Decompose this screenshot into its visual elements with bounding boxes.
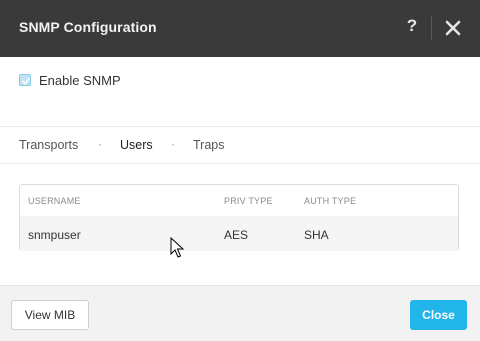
column-header-priv-type[interactable]: PRIV TYPE <box>224 196 273 206</box>
tab-separator: · <box>171 137 175 151</box>
dialog-header: SNMP Configuration ? <box>0 0 480 57</box>
section-divider <box>0 126 480 127</box>
tab-transports[interactable]: Transports <box>19 138 78 152</box>
cell-priv-type: AES <box>224 228 249 242</box>
close-button[interactable]: Close <box>410 300 467 330</box>
cell-username: snmpuser <box>28 228 81 242</box>
enable-snmp-checkbox[interactable] <box>19 74 31 86</box>
enable-snmp-label: Enable SNMP <box>39 73 121 88</box>
help-button[interactable]: ? <box>403 16 421 38</box>
column-header-username[interactable]: USERNAME <box>28 196 81 206</box>
view-mib-button[interactable]: View MIB <box>11 300 89 330</box>
header-divider <box>431 16 432 40</box>
dialog-footer: View MIB Close <box>0 285 480 341</box>
dialog-title: SNMP Configuration <box>19 19 157 35</box>
checkmark-icon <box>21 77 31 85</box>
column-header-auth-type[interactable]: AUTH TYPE <box>304 196 356 206</box>
users-table: USERNAME PRIV TYPE AUTH TYPE snmpuser AE… <box>19 184 459 251</box>
cell-auth-type: SHA <box>304 228 329 242</box>
tab-users[interactable]: Users <box>120 138 153 152</box>
close-icon[interactable] <box>442 17 464 39</box>
tabs-divider <box>0 163 480 164</box>
table-row[interactable]: snmpuser AES SHA <box>20 216 458 251</box>
tab-separator: · <box>98 137 102 151</box>
tab-traps[interactable]: Traps <box>193 138 225 152</box>
mouse-pointer-icon <box>170 236 185 264</box>
